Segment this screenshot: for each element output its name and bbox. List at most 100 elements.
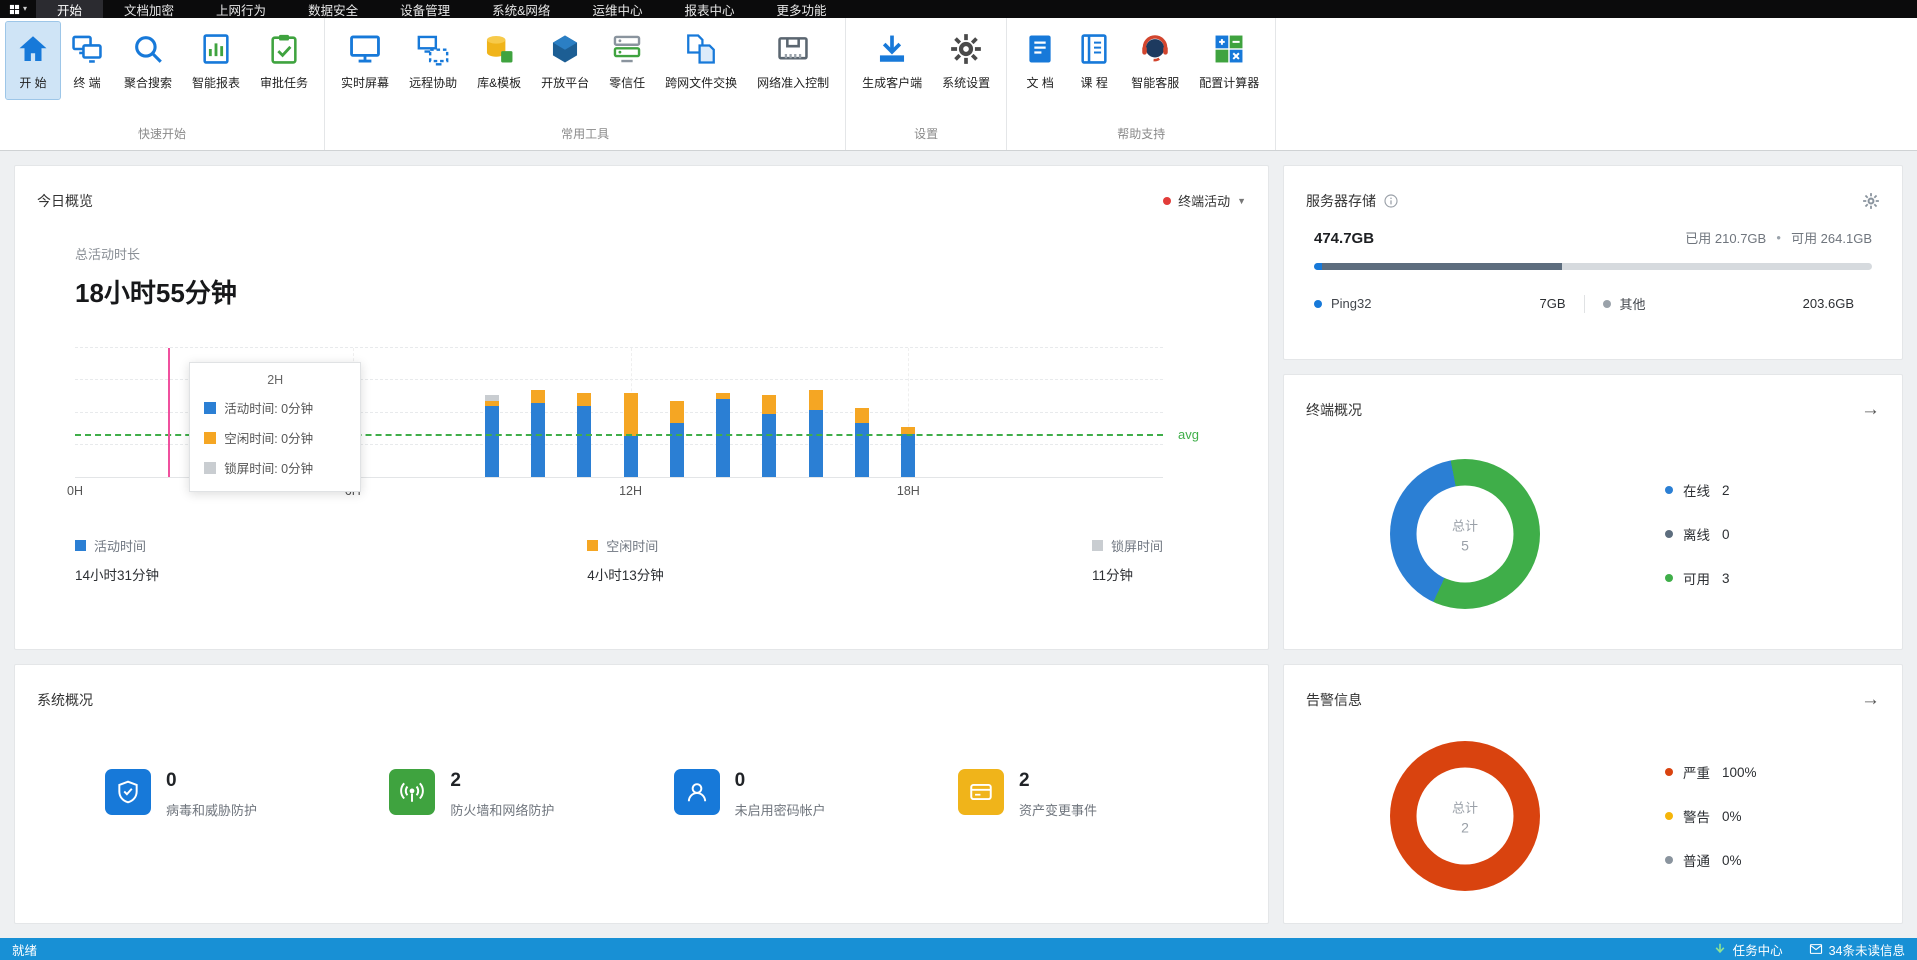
legend-item-可用: 可用 3 — [1665, 568, 1730, 588]
ribbon-button-remote[interactable]: 远程协助 — [399, 22, 467, 99]
bar-segment-活动时间 — [623, 435, 638, 477]
menu-tab-设备管理[interactable]: 设备管理 — [379, 0, 471, 18]
chart-legend-row: 活动时间 — [75, 536, 159, 555]
gridline — [75, 347, 1163, 348]
bar-segment-活动时间 — [716, 399, 731, 477]
library-icon — [482, 32, 516, 66]
chart-legend-item-锁屏时间: 锁屏时间 11分钟 — [1091, 536, 1163, 584]
info-icon[interactable] — [1383, 193, 1399, 209]
legend-label: 空闲时间 — [606, 539, 659, 554]
system-item-label: 未启用密码帐户 — [734, 802, 826, 818]
tooltip-row: 活动时间: 0分钟 — [204, 398, 346, 417]
ribbon-button-platform[interactable]: 开放平台 — [531, 22, 599, 99]
legend-label: 普通 — [1683, 854, 1710, 869]
ribbon-button-label: 远程协助 — [409, 76, 458, 90]
ribbon-button-library[interactable]: 库&模板 — [467, 22, 531, 99]
legend-item-警告: 警告 0% — [1665, 806, 1757, 826]
menu-tab-更多功能[interactable]: 更多功能 — [755, 0, 847, 18]
task-center-button[interactable]: 任务中心 — [1713, 940, 1783, 959]
menu-tab-上网行为[interactable]: 上网行为 — [195, 0, 287, 18]
ribbon-group-label: 快速开始 — [138, 127, 187, 141]
storage-usage-bar — [1314, 263, 1872, 270]
chart-bar-13H — [669, 401, 684, 477]
legend-value: 203.6GB — [1802, 296, 1854, 311]
system-item-value: 0 — [734, 770, 746, 791]
legend-value: 100% — [1722, 764, 1757, 780]
legend-label: 警告 — [1683, 810, 1710, 825]
ribbon-button-approval[interactable]: 审批任务 — [250, 22, 318, 99]
chart-legend-item-活动时间: 活动时间 14小时31分钟 — [75, 536, 159, 584]
screen-icon — [348, 32, 382, 66]
ribbon-button-calculator[interactable]: 配置计算器 — [1189, 22, 1269, 99]
alarm-legend: 严重 100% 警告 0% 普通 0% — [1665, 762, 1757, 870]
menu-tab-开始[interactable]: 开始 — [36, 0, 104, 18]
unread-messages-label: 34条未读信息 — [1828, 943, 1905, 958]
tooltip-label: 锁屏时间: 0分钟 — [224, 462, 314, 476]
storage-segment-Ping32 — [1314, 263, 1323, 270]
system-item-text: 2 防火墙和网络防护 — [450, 769, 554, 819]
ribbon-button-zerotrust[interactable]: 零信任 — [599, 22, 655, 99]
menu-tab-报表中心[interactable]: 报表中心 — [663, 0, 755, 18]
legend-value: 2 — [1722, 482, 1730, 498]
legend-swatch-icon — [75, 540, 86, 551]
system-item-未启用密码帐户: 0 未启用密码帐户 — [673, 769, 874, 819]
bar-segment-空闲时间 — [762, 394, 777, 415]
total-duration-value: 18小时55分钟 — [75, 278, 237, 308]
donut-center: 总计 2 — [1416, 767, 1514, 865]
server-storage-card: 服务器存储 474.7GB 已用 210.7GB ● 可用 264.1GB Pi… — [1283, 165, 1903, 360]
ribbon-button-report[interactable]: 智能报表 — [182, 22, 250, 99]
ribbon-button-course[interactable]: 课 程 — [1067, 22, 1121, 99]
legend-dot-icon — [1665, 768, 1673, 776]
arrow-right-icon[interactable]: → — [1861, 690, 1880, 709]
terminal-activity-dropdown[interactable]: 终端活动 ▼ — [1163, 191, 1246, 210]
legend-item-普通: 普通 0% — [1665, 850, 1757, 870]
menu-tab-数据安全[interactable]: 数据安全 — [287, 0, 379, 18]
ribbon-group: 实时屏幕 远程协助 库&模板 开放平台 零信任 跨网文件交换 网络准入控制 常用工具 — [325, 18, 847, 150]
gear-icon[interactable] — [1862, 192, 1880, 210]
system-overview-card: 系统概况 0 病毒和威胁防护 2 防火墙和网络防护 0 未启用密码帐户 2 资产变更事件 — [14, 664, 1269, 924]
app-menu-button[interactable]: ▾ — [0, 0, 36, 18]
ribbon-button-client[interactable]: 生成客户端 — [852, 22, 932, 99]
app-grid-icon — [9, 4, 20, 15]
ribbon-button-service[interactable]: 智能客服 — [1121, 22, 1189, 99]
docs-icon — [1023, 32, 1057, 66]
exchange-icon — [684, 32, 718, 66]
ribbon-button-home[interactable]: 开 始 — [5, 21, 61, 100]
storage-segment-其他 — [1322, 263, 1562, 270]
menu-tab-文档加密[interactable]: 文档加密 — [103, 0, 195, 18]
tooltip-swatch-icon — [204, 461, 217, 474]
shield-glyph — [115, 779, 141, 805]
arrow-right-icon[interactable]: → — [1861, 400, 1880, 419]
legend-dot-icon — [1602, 299, 1611, 308]
divider — [1583, 294, 1585, 313]
ribbon-button-exchange[interactable]: 跨网文件交换 — [655, 22, 747, 99]
legend-value: 11分钟 — [1091, 568, 1133, 583]
menu-tab-系统&网络[interactable]: 系统&网络 — [471, 0, 571, 18]
ribbon-button-terminal[interactable]: 终 端 — [60, 22, 114, 99]
ribbon-button-screen[interactable]: 实时屏幕 — [331, 22, 399, 99]
ribbon-button-settings[interactable]: 系统设置 — [932, 22, 1000, 99]
terminal-legend: 在线 2 离线 0 可用 3 — [1665, 480, 1730, 588]
legend-value: 0% — [1722, 852, 1742, 868]
chart-tooltip: 2H 活动时间: 0分钟 空闲时间: 0分钟 锁屏时间: 0分钟 — [189, 362, 362, 492]
bar-segment-空闲时间 — [855, 407, 870, 423]
legend-label: 在线 — [1683, 484, 1710, 499]
menu-tab-运维中心[interactable]: 运维中心 — [571, 0, 663, 18]
firewall-icon — [389, 769, 436, 815]
firewall-glyph — [399, 779, 425, 805]
ribbon-button-label: 终 端 — [73, 76, 101, 90]
search-icon — [131, 32, 165, 66]
ribbon-button-network[interactable]: 网络准入控制 — [747, 22, 839, 99]
message-icon — [1809, 942, 1823, 956]
legend-dot-icon — [1665, 856, 1673, 864]
ribbon-button-search[interactable]: 聚合搜索 — [114, 22, 182, 99]
legend-item-在线: 在线 2 — [1665, 480, 1730, 500]
ribbon-button-docs[interactable]: 文 档 — [1013, 22, 1067, 99]
unread-messages-button[interactable]: 34条未读信息 — [1809, 940, 1905, 959]
course-icon — [1077, 32, 1111, 66]
ribbon-group: 生成客户端 系统设置 设置 — [846, 18, 1008, 150]
download-arrow-icon — [1713, 942, 1727, 956]
total-duration-label: 总活动时长 — [75, 247, 141, 262]
system-item-label: 防火墙和网络防护 — [450, 802, 555, 818]
system-item-病毒和威胁防护: 0 病毒和威胁防护 — [105, 769, 305, 819]
